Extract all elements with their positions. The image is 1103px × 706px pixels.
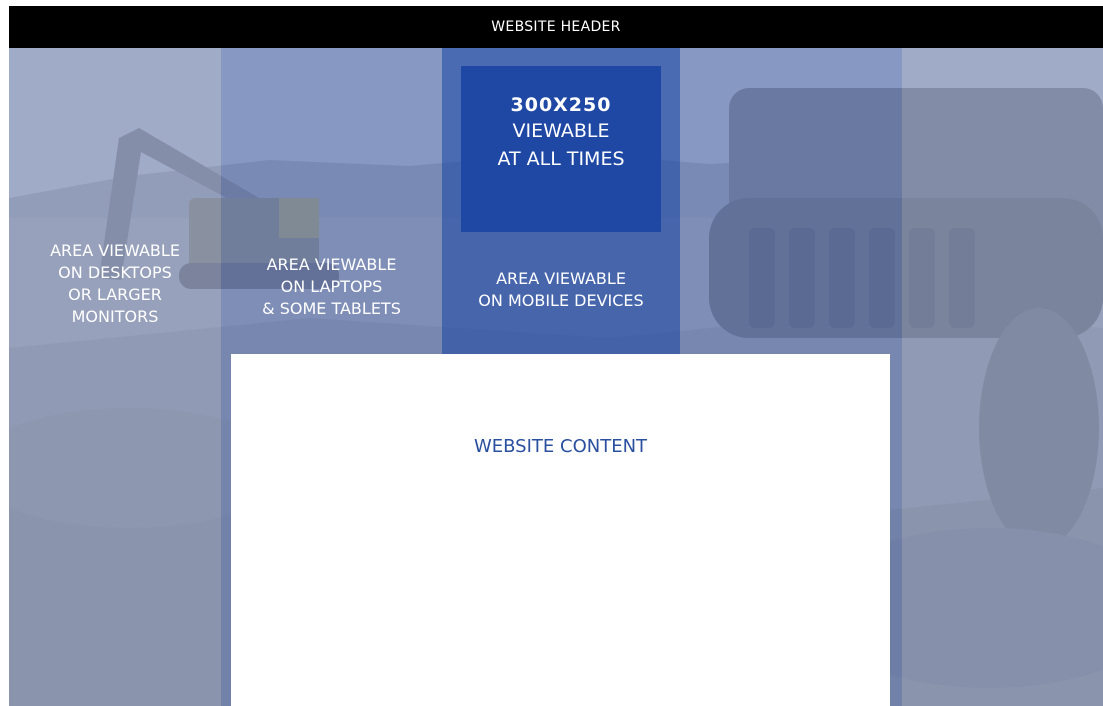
ad-box-300x250: 300X250 VIEWABLE AT ALL TIMES: [461, 66, 661, 232]
desktop-band-right: [902, 48, 1103, 706]
mobile-area-line: AREA VIEWABLE: [496, 269, 626, 288]
website-header: WEBSITE HEADER: [9, 6, 1103, 48]
website-content: WEBSITE CONTENT: [231, 354, 890, 706]
ad-line-at-all-times: AT ALL TIMES: [497, 148, 625, 170]
desktop-area-line: MONITORS: [71, 307, 159, 326]
laptop-area-line: AREA VIEWABLE: [266, 255, 397, 274]
mobile-area-label: AREA VIEWABLE ON MOBILE DEVICES: [442, 268, 680, 312]
mobile-area-line: ON MOBILE DEVICES: [478, 291, 644, 310]
website-content-label: WEBSITE CONTENT: [473, 436, 648, 457]
desktop-band-left: [9, 48, 221, 706]
desktop-area-line: AREA VIEWABLE: [50, 241, 180, 260]
ad-size-label: 300X250: [510, 94, 612, 116]
desktop-area-label: AREA VIEWABLE ON DESKTOPS OR LARGER MONI…: [9, 240, 221, 328]
laptop-area-line: ON LAPTOPS: [280, 277, 383, 296]
laptop-area-label: AREA VIEWABLE ON LAPTOPS & SOME TABLETS: [221, 254, 442, 320]
website-header-label: WEBSITE HEADER: [491, 19, 621, 35]
desktop-area-line: OR LARGER: [68, 285, 162, 304]
ad-line-viewable: VIEWABLE: [512, 120, 610, 142]
laptop-area-line: & SOME TABLETS: [262, 299, 401, 318]
desktop-area-line: ON DESKTOPS: [58, 263, 172, 282]
ad-layout-diagram: WEBSITE HEADER 300X250 VIEWABLE AT ALL T…: [9, 6, 1103, 706]
